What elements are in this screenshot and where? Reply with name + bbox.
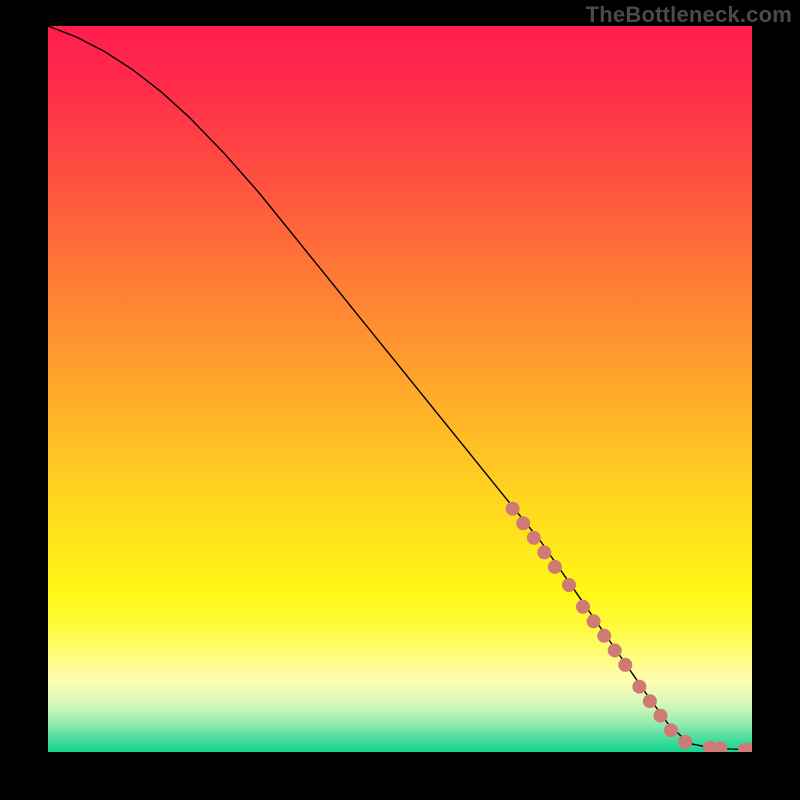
chart-frame: TheBottleneck.com: [0, 0, 800, 800]
watermark-label: TheBottleneck.com: [586, 2, 792, 28]
plot-area: [48, 26, 752, 752]
gradient-background: [48, 26, 752, 752]
